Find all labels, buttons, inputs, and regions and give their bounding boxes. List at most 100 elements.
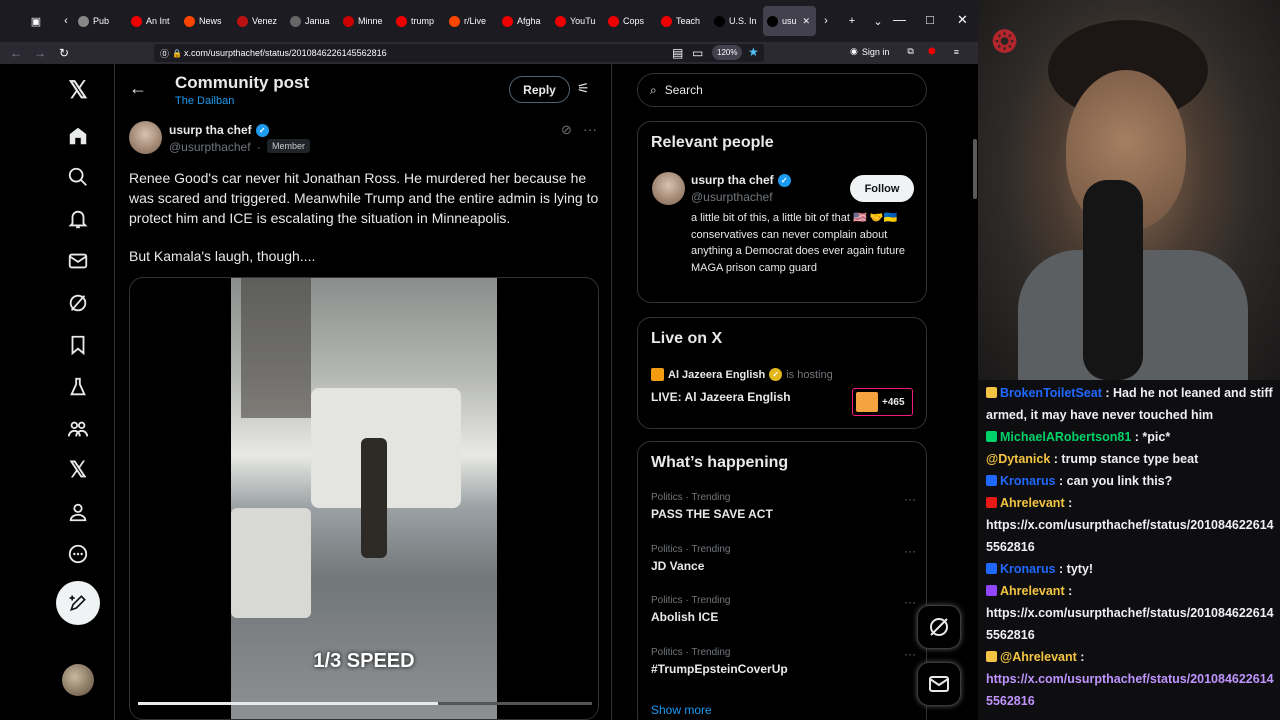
tab-label: Afgha xyxy=(517,16,541,26)
author-avatar[interactable] xyxy=(129,121,162,154)
tab-scroll-left-icon[interactable]: ‹ xyxy=(58,13,74,29)
grok-icon xyxy=(930,618,948,636)
tab-close-icon[interactable]: ✕ xyxy=(803,16,811,27)
chat-text[interactable]: https://x.com/usurpthachef/status/201084… xyxy=(986,518,1274,554)
x-logo-icon[interactable]: 𝕏 xyxy=(66,77,90,104)
chat-text[interactable]: https://x.com/usurpthachef/status/201084… xyxy=(986,606,1274,642)
chat-username[interactable]: Kronarus xyxy=(1000,562,1056,576)
premium-icon[interactable]: 𝕏 xyxy=(66,457,90,482)
trend-item[interactable]: Politics · Trending PASS THE SAVE ACT ··… xyxy=(651,492,916,521)
trend-item[interactable]: Politics · Trending JD Vance ··· xyxy=(651,544,916,573)
trend-more-icon[interactable]: ··· xyxy=(904,595,916,609)
grok-icon[interactable] xyxy=(66,291,90,315)
follow-button[interactable]: Follow xyxy=(850,175,914,202)
community-name[interactable]: The Dailban xyxy=(175,95,234,107)
forward-icon[interactable]: → xyxy=(34,46,46,60)
minimize-icon[interactable]: — xyxy=(893,12,906,27)
back-icon[interactable]: ← xyxy=(10,46,22,60)
browser-tab[interactable]: Teach xyxy=(657,6,710,36)
ublock-icon[interactable]: ⬢ xyxy=(928,46,936,57)
messages-floating-button[interactable] xyxy=(917,662,961,706)
reader-view-icon[interactable]: ▤ xyxy=(672,46,683,60)
browser-tab[interactable]: trump xyxy=(392,6,445,36)
browser-tab[interactable]: News xyxy=(180,6,233,36)
chat-username[interactable]: Kronarus xyxy=(1000,474,1056,488)
chat-username[interactable]: Ahrelevant xyxy=(1000,584,1065,598)
reload-icon[interactable]: ↻ xyxy=(59,46,69,60)
author-handle[interactable]: @usurpthachef · xyxy=(169,140,261,154)
jobs-icon[interactable] xyxy=(66,375,90,399)
browser-tab[interactable]: YouTu xyxy=(551,6,604,36)
grok-explain-icon[interactable]: ⊘ xyxy=(561,122,572,138)
browser-tab[interactable]: r/Live xyxy=(445,6,498,36)
grok-floating-button[interactable] xyxy=(917,605,961,649)
relevant-handle[interactable]: @usurpthachef xyxy=(691,190,773,204)
browser-tab[interactable]: usu ✕ xyxy=(763,6,816,36)
url-text: x.com/usurpthachef/status/20108462261455… xyxy=(184,48,387,58)
tab-label: U.S. In xyxy=(729,16,757,26)
tab-overflow-icon[interactable]: ⌄ xyxy=(870,13,886,29)
browser-tab[interactable]: Janua xyxy=(286,6,339,36)
communities-icon[interactable] xyxy=(66,417,90,441)
back-arrow-icon[interactable]: ← xyxy=(129,78,147,99)
trend-more-icon[interactable]: ··· xyxy=(904,647,916,661)
reply-button[interactable]: Reply xyxy=(509,76,570,103)
sign-in-button[interactable]: ◉ Sign in ⧉ ⬢ ≡ xyxy=(850,46,959,57)
tab-scroll-right-icon[interactable]: › xyxy=(818,13,834,29)
bookmark-star-icon[interactable]: ★ xyxy=(748,45,759,59)
chat-text[interactable]: https://x.com/usurpthachef/status/201084… xyxy=(986,672,1274,708)
page-scrollbar[interactable] xyxy=(973,139,977,199)
live-stream-title[interactable]: LIVE: Al Jazeera English xyxy=(651,390,791,404)
x-page: 𝕏 𝕏 ← Community post The Dailban Reply ⚟… xyxy=(0,64,978,720)
account-avatar[interactable] xyxy=(62,664,94,696)
tab-favicon-icon xyxy=(237,15,248,27)
trend-item[interactable]: Politics · Trending #TrumpEpsteinCoverUp… xyxy=(651,647,916,676)
browser-tab[interactable]: Minne xyxy=(339,6,392,36)
chat-username[interactable]: BrokenToiletSeat xyxy=(1000,386,1102,400)
notifications-icon[interactable] xyxy=(66,207,90,231)
tab-list-icon[interactable]: ▣ xyxy=(28,13,44,29)
menu-icon[interactable]: ≡ xyxy=(954,47,959,57)
maximize-icon[interactable]: □ xyxy=(926,12,934,27)
browser-window: ▣ ‹ Pub An Int News Venez Janua Minne trump r/L… xyxy=(0,0,978,720)
new-tab-icon[interactable]: + xyxy=(844,13,860,29)
messages-icon[interactable] xyxy=(66,249,90,273)
browser-tab[interactable]: Afgha xyxy=(498,6,551,36)
relevant-avatar[interactable] xyxy=(652,172,685,205)
browser-tab[interactable]: An Int xyxy=(127,6,180,36)
live-viewers-badge[interactable]: +465 xyxy=(852,388,913,416)
sort-settings-icon[interactable]: ⚟ xyxy=(577,80,590,97)
site-info-icon[interactable]: ⓪ xyxy=(160,47,169,60)
search-input[interactable]: ⌕ Search xyxy=(637,73,927,107)
relevant-name[interactable]: usurp tha chef ✓ xyxy=(691,173,791,187)
live-host[interactable]: Al Jazeera English ✓ is hosting xyxy=(651,368,833,381)
chat-username[interactable]: Ahrelevant xyxy=(1000,496,1065,510)
post-video[interactable]: 1/3 SPEED xyxy=(129,277,599,720)
profile-icon[interactable] xyxy=(66,500,90,524)
trend-more-icon[interactable]: ··· xyxy=(904,492,916,506)
chat-username[interactable]: @Dytanick xyxy=(986,452,1050,466)
browser-tab[interactable]: U.S. In xyxy=(710,6,763,36)
browser-tab[interactable]: Cops xyxy=(604,6,657,36)
more-icon[interactable] xyxy=(66,542,90,566)
home-icon[interactable] xyxy=(66,124,90,148)
live-title: Live on X xyxy=(651,330,723,347)
browser-tab[interactable]: Venez xyxy=(233,6,286,36)
zoom-level[interactable]: 120% xyxy=(712,45,743,60)
chat-username[interactable]: @Ahrelevant xyxy=(1000,650,1077,664)
browser-tab[interactable]: Pub xyxy=(74,6,127,36)
close-window-icon[interactable]: ✕ xyxy=(957,12,968,28)
trend-item[interactable]: Politics · Trending Abolish ICE ··· xyxy=(651,595,916,624)
author-name[interactable]: usurp tha chef ✓ xyxy=(169,123,269,137)
bookmarks-icon[interactable] xyxy=(66,333,90,357)
picture-in-picture-icon[interactable]: ▭ xyxy=(692,46,703,60)
post-more-icon[interactable]: ··· xyxy=(583,121,597,137)
chat-username[interactable]: MichaelARobertson81 xyxy=(1000,430,1131,444)
show-more-link[interactable]: Show more xyxy=(651,703,712,717)
trend-more-icon[interactable]: ··· xyxy=(904,544,916,558)
video-frame[interactable]: 1/3 SPEED xyxy=(231,278,497,719)
video-progress-bar[interactable] xyxy=(138,702,592,705)
explore-icon[interactable] xyxy=(66,165,90,189)
compose-post-button[interactable] xyxy=(56,581,100,625)
extensions-icon[interactable]: ⧉ xyxy=(907,46,913,57)
